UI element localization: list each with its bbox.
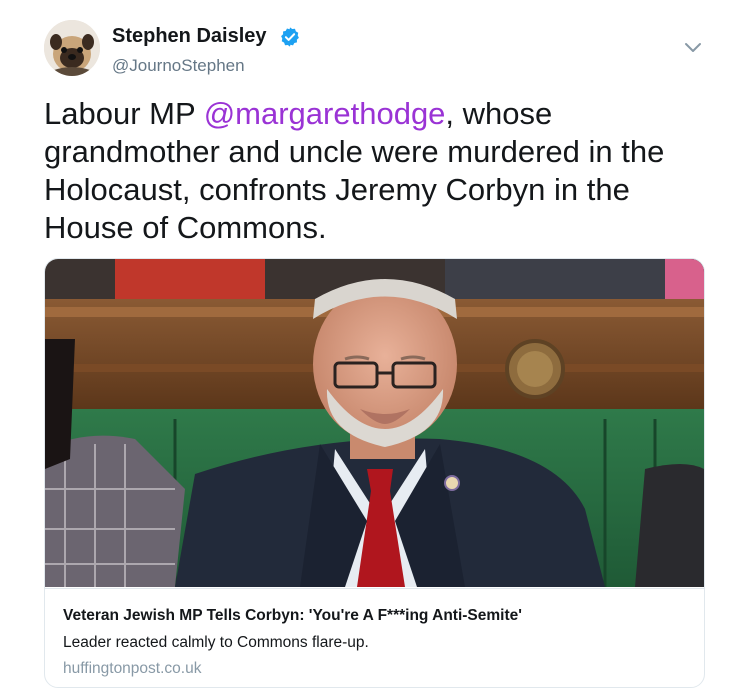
mention-link[interactable]: @margarethodge	[204, 96, 446, 131]
card-photo	[45, 259, 704, 587]
author-handle[interactable]: @JournoStephen	[112, 56, 245, 76]
card-body: Veteran Jewish MP Tells Corbyn: 'You're …	[45, 588, 704, 687]
avatar[interactable]	[44, 20, 100, 76]
card-title[interactable]: Veteran Jewish MP Tells Corbyn: 'You're …	[63, 607, 522, 625]
tweet-text-before: Labour MP	[44, 96, 204, 131]
author-name[interactable]: Stephen Daisley	[112, 25, 267, 48]
tweet-text: Labour MP @margarethodge, whose grandmot…	[44, 95, 724, 247]
card-domain[interactable]: huffingtonpost.co.uk	[63, 660, 201, 678]
card-description: Leader reacted calmly to Commons flare-u…	[63, 634, 369, 651]
chevron-down-icon[interactable]	[683, 40, 703, 56]
verified-badge-icon	[281, 27, 299, 47]
link-card[interactable]: Veteran Jewish MP Tells Corbyn: 'You're …	[44, 258, 705, 688]
tweet: Stephen Daisley @JournoStephen Labour MP…	[0, 0, 749, 690]
pug-avatar-image	[44, 20, 100, 76]
